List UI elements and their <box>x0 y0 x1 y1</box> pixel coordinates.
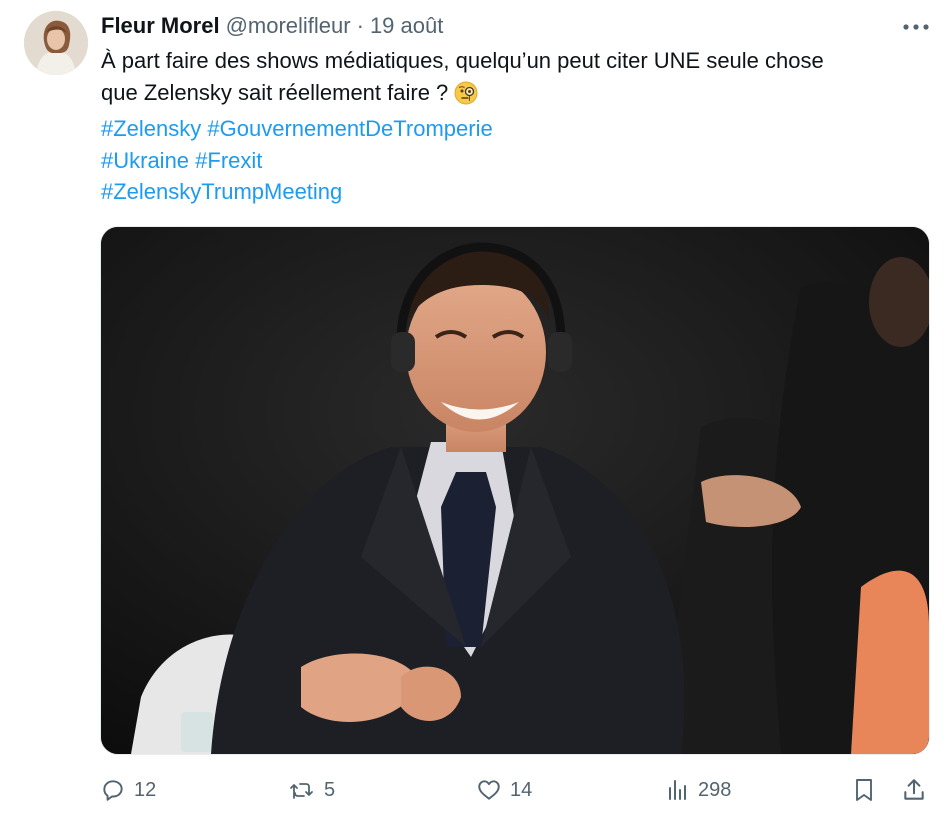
repost-icon <box>288 777 316 803</box>
tweet-text-line-1: À part faire des shows médiatiques, quel… <box>101 48 824 73</box>
hashtag-ukraine[interactable]: #Ukraine <box>101 148 189 173</box>
hashtag-line-2: #Ukraine #Frexit <box>101 145 936 177</box>
header-separator: · <box>356 13 364 38</box>
tweet-text-line-2-text: que Zelensky sait réellement faire ? <box>101 79 449 105</box>
views-button[interactable]: 298 <box>666 770 731 810</box>
like-count: 14 <box>510 778 533 801</box>
author-name[interactable]: Fleur Morel <box>101 13 220 39</box>
reply-icon <box>100 777 126 803</box>
bookmark-icon <box>852 777 876 803</box>
tweet-header: Fleur Morel @morelifleur · 19 août <box>101 12 443 40</box>
hashtag-line-1: #Zelensky #GouvernementDeTromperie <box>101 113 936 145</box>
share-button[interactable] <box>901 770 927 810</box>
hashtag-frexit[interactable]: #Frexit <box>195 148 262 173</box>
tweet-text-line-2: que Zelensky sait réellement faire ? <box>101 77 936 114</box>
like-button[interactable]: 14 <box>476 770 532 810</box>
hashtag-zelensky[interactable]: #Zelensky <box>101 116 201 141</box>
share-icon <box>901 777 927 803</box>
views-count: 298 <box>698 778 732 801</box>
author-avatar[interactable] <box>24 11 88 75</box>
tweet-media-image[interactable] <box>100 226 930 755</box>
repost-count: 5 <box>324 778 336 801</box>
more-options-button[interactable] <box>896 12 936 42</box>
heart-icon <box>476 777 502 803</box>
tweet-actions: 12 5 14 298 <box>100 770 936 810</box>
bookmark-button[interactable] <box>852 770 876 810</box>
tweet-date[interactable]: 19 août <box>370 13 443 39</box>
hashtag-zelensky-trump-meeting[interactable]: #ZelenskyTrumpMeeting <box>101 179 342 204</box>
author-handle[interactable]: @morelifleur <box>226 13 351 39</box>
tweet-text: À part faire des shows médiatiques, quel… <box>101 45 936 208</box>
reply-count: 12 <box>134 778 157 801</box>
hashtag-gouvernement-de-tromperie[interactable]: #GouvernementDeTromperie <box>207 116 492 141</box>
repost-button[interactable]: 5 <box>288 770 335 810</box>
hashtag-line-3: #ZelenskyTrumpMeeting <box>101 176 936 208</box>
reply-button[interactable]: 12 <box>100 770 156 810</box>
more-horizontal-icon <box>903 23 929 31</box>
views-chart-icon <box>666 778 690 802</box>
face-with-monocle-emoji-icon <box>454 81 478 114</box>
